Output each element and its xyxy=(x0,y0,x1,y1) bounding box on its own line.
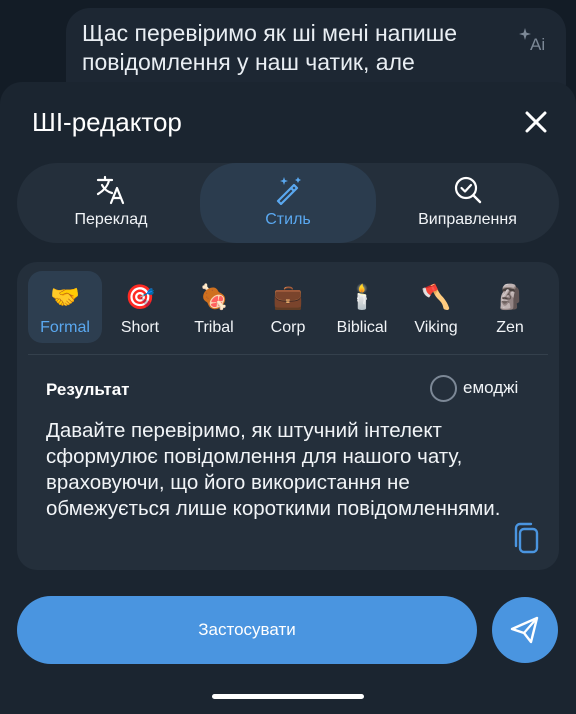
tab-style[interactable]: Стиль xyxy=(200,163,376,243)
style-tribal-label: Tribal xyxy=(194,319,234,336)
send-button[interactable] xyxy=(492,597,558,663)
tab-style-label: Стиль xyxy=(265,211,311,228)
radio-circle-icon xyxy=(430,375,457,402)
style-short-label: Short xyxy=(120,319,160,336)
style-biblical[interactable]: 🕯️ Biblical xyxy=(325,271,399,343)
style-zen[interactable]: 🗿 Zen xyxy=(473,271,547,343)
style-viking[interactable]: 🪓 Viking xyxy=(399,271,473,343)
style-short[interactable]: 🎯 Short xyxy=(103,271,177,343)
sparkle-ai-icon[interactable]: Ai xyxy=(519,26,549,54)
tab-translate[interactable]: Переклад xyxy=(17,163,205,243)
result-heading: Результат xyxy=(46,380,130,399)
style-tribal[interactable]: 🍖 Tribal xyxy=(177,271,251,343)
sheet-title: ШІ-редактор xyxy=(32,107,182,137)
search-check-icon xyxy=(454,176,481,204)
divider xyxy=(28,354,548,355)
style-viking-label: Viking xyxy=(414,319,458,336)
moai-icon: 🗿 xyxy=(495,284,525,311)
style-biblical-label: Biblical xyxy=(336,319,388,336)
briefcase-icon: 💼 xyxy=(273,284,303,311)
svg-text:Ai: Ai xyxy=(530,35,545,52)
send-icon xyxy=(510,616,539,644)
tab-proofread-label: Виправлення xyxy=(418,211,517,228)
result-text: Давайте перевіримо, як штучний інтелект … xyxy=(46,419,501,520)
style-corp[interactable]: 💼 Corp xyxy=(251,271,325,343)
home-indicator[interactable] xyxy=(212,694,364,699)
close-button[interactable] xyxy=(518,104,554,140)
axe-icon: 🪓 xyxy=(421,284,451,311)
style-formal[interactable]: 🤝 Formal xyxy=(28,271,102,343)
copy-icon xyxy=(514,522,539,554)
handshake-icon: 🤝 xyxy=(50,284,80,311)
close-icon xyxy=(525,111,547,133)
magic-wand-icon xyxy=(276,177,301,205)
style-formal-label: Formal xyxy=(40,319,90,336)
tab-proofread[interactable]: Виправлення xyxy=(376,163,559,243)
meat-icon: 🍖 xyxy=(199,284,229,311)
message-preview-text: Щас перевіримо як ші мені напише повідом… xyxy=(82,20,457,75)
translate-icon xyxy=(96,175,125,205)
style-zen-label: Zen xyxy=(496,319,524,336)
apply-button[interactable]: Застосувати xyxy=(17,596,477,664)
emoji-toggle[interactable]: емоджі xyxy=(430,375,545,403)
style-corp-label: Corp xyxy=(270,319,306,336)
tab-translate-label: Переклад xyxy=(74,211,148,228)
emoji-toggle-label: емоджі xyxy=(463,378,519,397)
target-icon: 🎯 xyxy=(125,284,155,311)
candle-icon: 🕯️ xyxy=(347,284,377,311)
copy-button[interactable] xyxy=(510,521,542,555)
